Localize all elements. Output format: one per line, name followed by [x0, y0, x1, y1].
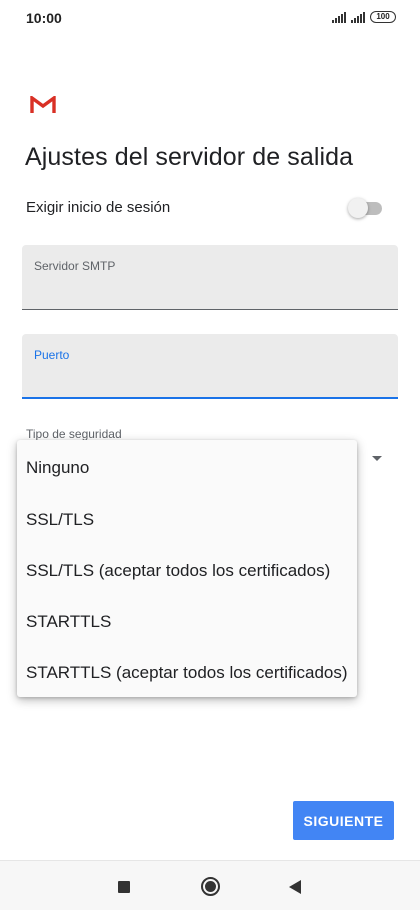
- dropdown-option-ssl-tls-all-certs[interactable]: SSL/TLS (aceptar todos los certificados): [26, 561, 330, 581]
- home-icon[interactable]: [201, 877, 220, 896]
- status-icons: 100: [332, 11, 396, 23]
- dropdown-option-none[interactable]: Ninguno: [26, 458, 89, 478]
- dropdown-option-ssl-tls[interactable]: SSL/TLS: [26, 510, 94, 530]
- port-field[interactable]: Puerto: [22, 334, 398, 399]
- next-button[interactable]: SIGUIENTE: [293, 801, 394, 840]
- require-login-toggle[interactable]: [348, 198, 382, 218]
- recent-apps-icon[interactable]: [118, 881, 130, 893]
- security-type-label: Tipo de seguridad: [26, 427, 122, 441]
- dropdown-option-starttls-all-certs[interactable]: STARTTLS (aceptar todos los certificados…: [26, 663, 348, 683]
- signal-icon: [351, 11, 365, 23]
- back-icon[interactable]: [289, 880, 301, 894]
- security-type-dropdown: Ninguno SSL/TLS SSL/TLS (aceptar todos l…: [17, 440, 357, 697]
- chevron-down-icon[interactable]: [372, 456, 382, 461]
- port-label: Puerto: [34, 348, 70, 362]
- status-time: 10:00: [26, 10, 62, 26]
- smtp-server-field[interactable]: Servidor SMTP: [22, 245, 398, 310]
- page-title: Ajustes del servidor de salida: [25, 143, 354, 171]
- status-bar: 10:00 100: [0, 0, 420, 36]
- gmail-logo: [30, 96, 56, 113]
- signal-icon: [332, 11, 346, 23]
- navigation-bar: [0, 860, 420, 910]
- require-login-label: Exigir inicio de sesión: [26, 199, 171, 216]
- battery-icon: 100: [370, 11, 396, 23]
- toggle-thumb: [348, 198, 368, 218]
- battery-level: 100: [376, 12, 390, 21]
- dropdown-option-starttls[interactable]: STARTTLS: [26, 612, 111, 632]
- smtp-server-label: Servidor SMTP: [34, 259, 116, 273]
